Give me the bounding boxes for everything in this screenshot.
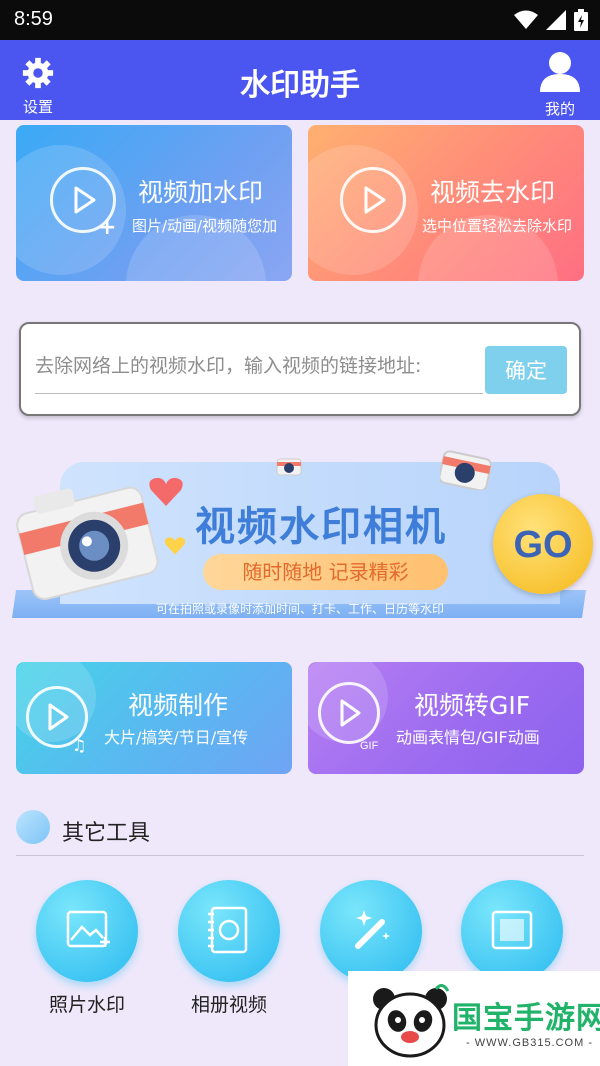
heart-icon	[164, 536, 186, 560]
watermark-url: - WWW.GB315.COM -	[466, 1037, 593, 1049]
watermark-text: 国宝手游网	[452, 1001, 600, 1036]
play-icon	[318, 682, 380, 744]
video-link-input[interactable]	[35, 338, 483, 394]
confirm-button[interactable]: 确定	[485, 346, 567, 394]
banner-tagline: 随时随地 记录精彩	[203, 554, 448, 590]
add-watermark-card[interactable]: + 视频加水印 图片/动画/视频随您加	[16, 125, 292, 281]
signal-icon	[546, 10, 566, 34]
card-subtitle: 图片/动画/视频随您加	[132, 217, 278, 235]
app-bar: 设置 水印助手 我的	[0, 40, 600, 120]
banner-title: 视频水印相机	[195, 504, 447, 550]
app-title: 水印助手	[240, 68, 360, 103]
video-to-gif-card[interactable]: GIF 视频转GIF 动画表情包/GIF动画	[308, 662, 584, 774]
card-subtitle: 选中位置轻松去除水印	[422, 217, 573, 235]
photo-icon	[36, 880, 138, 982]
watermark-camera-banner[interactable]: 视频水印相机 随时随地 记录精彩 可在拍照或录像时添加时间、打卡、工作、日历等水…	[0, 438, 600, 638]
status-icons	[514, 9, 588, 35]
section-title: 其它工具	[62, 821, 151, 846]
other-tools-header: 其它工具	[16, 808, 584, 856]
status-bar: 8:59	[0, 0, 600, 40]
music-note-icon: ♫	[72, 736, 87, 755]
go-label: GO	[513, 524, 573, 566]
tool-album-video[interactable]: 相册视频	[169, 880, 289, 1017]
tool-label: 照片水印	[48, 994, 125, 1016]
play-icon	[340, 167, 406, 233]
magic-wand-icon	[320, 880, 422, 982]
remove-watermark-card[interactable]: 视频去水印 选中位置轻松去除水印	[308, 125, 584, 281]
tool-photo-watermark[interactable]: 照片水印	[27, 880, 147, 1017]
profile-button[interactable]: 我的	[538, 50, 582, 119]
site-watermark: 国宝手游网 - WWW.GB315.COM -	[348, 971, 600, 1066]
plus-icon: +	[98, 215, 117, 240]
panda-logo-icon	[370, 983, 450, 1063]
banner-description: 可在拍照或录像时添加时间、打卡、工作、日历等水印	[155, 602, 444, 616]
battery-icon	[574, 9, 588, 35]
card-title: 视频制作	[128, 691, 229, 720]
small-camera-icon	[438, 444, 492, 494]
small-camera-icon	[276, 454, 302, 480]
section-bullet-icon	[16, 810, 50, 844]
go-button[interactable]: GO	[493, 494, 593, 594]
image-frame-icon	[461, 880, 563, 982]
tool-label: 相册视频	[190, 994, 267, 1016]
video-link-form: 确定	[19, 322, 581, 416]
gif-badge: GIF	[360, 740, 379, 752]
album-icon	[178, 880, 280, 982]
camera-icon	[4, 468, 164, 612]
profile-label: 我的	[544, 100, 575, 118]
card-title: 视频去水印	[430, 178, 556, 207]
card-title: 视频转GIF	[414, 691, 531, 720]
heart-icon	[148, 476, 184, 512]
status-time: 8:59	[14, 8, 53, 30]
card-title: 视频加水印	[138, 178, 264, 207]
card-subtitle: 大片/搞笑/节日/宣传	[104, 728, 249, 747]
wifi-icon	[514, 10, 538, 34]
video-maker-card[interactable]: ♫ 视频制作 大片/搞笑/节日/宣传	[16, 662, 292, 774]
user-icon	[540, 52, 580, 96]
card-subtitle: 动画表情包/GIF动画	[396, 728, 540, 747]
